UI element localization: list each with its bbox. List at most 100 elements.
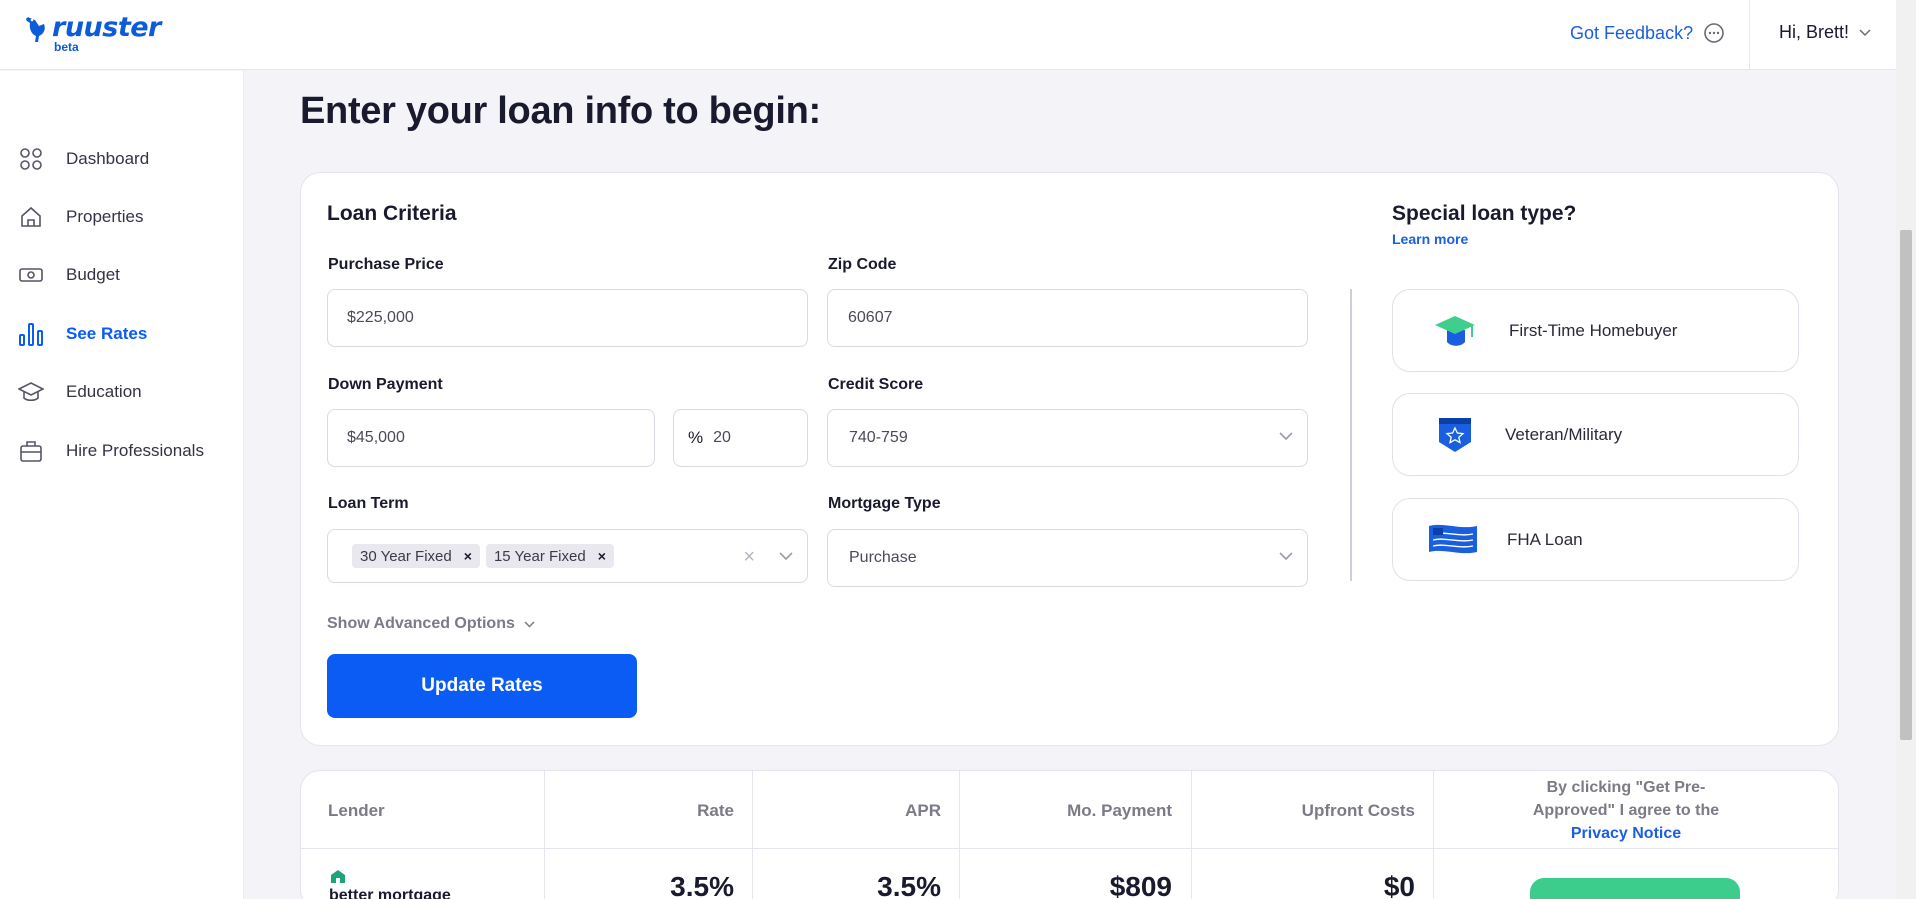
flag-icon bbox=[1427, 520, 1479, 560]
sidebar-item-properties[interactable]: Properties bbox=[18, 204, 143, 230]
down-payment-percent-value: 20 bbox=[713, 429, 731, 446]
header-divider bbox=[1749, 0, 1750, 70]
feedback-label: Got Feedback? bbox=[1570, 22, 1694, 43]
loan-type-label: FHA Loan bbox=[1507, 529, 1583, 549]
chevron-down-icon bbox=[1279, 432, 1293, 441]
show-advanced-options-toggle[interactable]: Show Advanced Options bbox=[327, 615, 535, 633]
chat-bubble-icon bbox=[1704, 23, 1724, 43]
sidebar-item-hire-professionals[interactable]: Hire Professionals bbox=[18, 438, 204, 464]
credit-score-value: 740-759 bbox=[849, 429, 908, 446]
loan-type-label: Veteran/Military bbox=[1505, 424, 1623, 444]
down-payment-value: $45,000 bbox=[347, 429, 405, 446]
column-divider bbox=[959, 771, 960, 899]
purchase-price-label: Purchase Price bbox=[328, 256, 444, 273]
special-loan-type-title: Special loan type? bbox=[1392, 202, 1577, 225]
bar-chart-icon bbox=[18, 321, 44, 347]
loan-criteria-title: Loan Criteria bbox=[327, 202, 457, 225]
column-divider bbox=[1433, 771, 1434, 899]
chevron-down-icon bbox=[1279, 552, 1293, 561]
graduation-cap-icon bbox=[18, 379, 44, 405]
beta-badge: beta bbox=[54, 40, 79, 54]
column-divider bbox=[544, 771, 545, 899]
chip-15-year-fixed: 15 Year Fixed × bbox=[485, 544, 614, 568]
first-time-homebuyer-option[interactable]: First-Time Homebuyer bbox=[1392, 289, 1799, 372]
down-payment-percent-input[interactable]: % 20 bbox=[673, 409, 808, 467]
sidebar-item-label: Dashboard bbox=[66, 149, 150, 168]
chip-label: 15 Year Fixed bbox=[493, 547, 586, 565]
consent-label: By clicking "Get Pre-Approved" I agree t… bbox=[1532, 779, 1720, 819]
military-badge-icon bbox=[1429, 415, 1481, 455]
page-title: Enter your loan info to begin: bbox=[300, 90, 821, 132]
privacy-notice-link[interactable]: Privacy Notice bbox=[1571, 825, 1681, 842]
top-bar: ruuster beta Got Feedback? Hi, Brett! bbox=[0, 0, 1896, 70]
loan-term-multiselect[interactable]: 30 Year Fixed × 15 Year Fixed × × bbox=[327, 529, 808, 583]
better-mortgage-logo-icon bbox=[331, 870, 345, 883]
update-rates-button[interactable]: Update Rates bbox=[327, 654, 637, 718]
mortgage-type-value: Purchase bbox=[849, 549, 917, 566]
sidebar-item-label: See Rates bbox=[66, 324, 148, 343]
purchase-price-value: $225,000 bbox=[347, 309, 414, 326]
learn-more-link[interactable]: Learn more bbox=[1392, 231, 1468, 247]
credit-score-label: Credit Score bbox=[828, 376, 924, 393]
mortgage-type-select[interactable]: Purchase bbox=[827, 529, 1308, 587]
sidebar-item-dashboard[interactable]: Dashboard bbox=[18, 146, 149, 172]
zip-code-label: Zip Code bbox=[828, 256, 897, 273]
advanced-options-label: Show Advanced Options bbox=[327, 615, 515, 632]
zip-code-value: 60607 bbox=[848, 309, 893, 326]
header-upfront-costs: Upfront Costs bbox=[1301, 801, 1415, 820]
header-apr: APR bbox=[905, 801, 941, 820]
get-pre-approved-button[interactable] bbox=[1530, 878, 1740, 899]
logo-wordmark: ruuster bbox=[52, 12, 161, 43]
graduation-cap-icon bbox=[1429, 311, 1481, 351]
column-divider bbox=[1191, 771, 1192, 899]
loan-term-label: Loan Term bbox=[328, 495, 409, 512]
clear-selection-icon[interactable]: × bbox=[743, 546, 755, 569]
row-divider bbox=[301, 848, 1838, 849]
mo-payment-value: $809 bbox=[1109, 871, 1172, 899]
feedback-link[interactable]: Got Feedback? bbox=[1570, 22, 1725, 44]
home-icon bbox=[18, 204, 44, 230]
sidebar-item-label: Education bbox=[66, 382, 142, 401]
sidebar: Dashboard Properties Budget See Rates Ed… bbox=[0, 71, 244, 899]
upfront-costs-value: $0 bbox=[1383, 871, 1415, 899]
mortgage-type-label: Mortgage Type bbox=[828, 495, 941, 512]
header-mo-payment: Mo. Payment bbox=[1067, 801, 1172, 820]
section-divider bbox=[1350, 289, 1352, 581]
page-scrollbar[interactable] bbox=[1896, 0, 1916, 899]
purchase-price-input[interactable]: $225,000 bbox=[327, 289, 808, 347]
rooster-logo-icon bbox=[26, 17, 45, 42]
chevron-down-icon[interactable] bbox=[779, 552, 793, 561]
rate-value: 3.5% bbox=[670, 871, 734, 899]
loan-type-label: First-Time Homebuyer bbox=[1509, 320, 1678, 340]
fha-loan-option[interactable]: FHA Loan bbox=[1392, 498, 1799, 581]
sidebar-item-see-rates[interactable]: See Rates bbox=[18, 321, 147, 347]
ruuster-logo[interactable]: ruuster beta bbox=[24, 12, 161, 54]
user-menu[interactable]: Hi, Brett! bbox=[1779, 22, 1871, 43]
sidebar-item-label: Properties bbox=[66, 207, 144, 226]
header-lender: Lender bbox=[328, 801, 385, 820]
down-payment-label: Down Payment bbox=[328, 376, 443, 393]
credit-score-select[interactable]: 740-759 bbox=[827, 409, 1308, 467]
down-payment-input[interactable]: $45,000 bbox=[327, 409, 655, 467]
user-greeting: Hi, Brett! bbox=[1779, 22, 1850, 42]
zip-code-input[interactable]: 60607 bbox=[827, 289, 1308, 347]
dashboard-icon bbox=[18, 146, 44, 172]
column-divider bbox=[752, 771, 753, 899]
chip-30-year-fixed: 30 Year Fixed × bbox=[352, 544, 480, 568]
chevron-down-icon bbox=[1859, 28, 1871, 36]
sidebar-item-budget[interactable]: Budget bbox=[18, 262, 120, 288]
sidebar-item-education[interactable]: Education bbox=[18, 379, 142, 405]
veteran-military-option[interactable]: Veteran/Military bbox=[1392, 393, 1799, 476]
header-rate: Rate bbox=[697, 801, 734, 820]
lender-name: better mortgage bbox=[329, 887, 451, 899]
sidebar-item-label: Hire Professionals bbox=[66, 441, 204, 460]
sidebar-item-label: Budget bbox=[66, 265, 120, 284]
scrollbar-thumb[interactable] bbox=[1900, 230, 1912, 740]
chip-remove-icon[interactable]: × bbox=[598, 548, 606, 564]
percent-icon: % bbox=[688, 428, 704, 447]
cash-icon bbox=[18, 262, 44, 288]
briefcase-icon bbox=[18, 438, 44, 464]
rates-table: Lender Rate APR Mo. Payment Upfront Cost… bbox=[300, 770, 1839, 899]
chip-remove-icon[interactable]: × bbox=[464, 548, 472, 564]
consent-text: By clicking "Get Pre-Approved" I agree t… bbox=[1516, 776, 1736, 845]
